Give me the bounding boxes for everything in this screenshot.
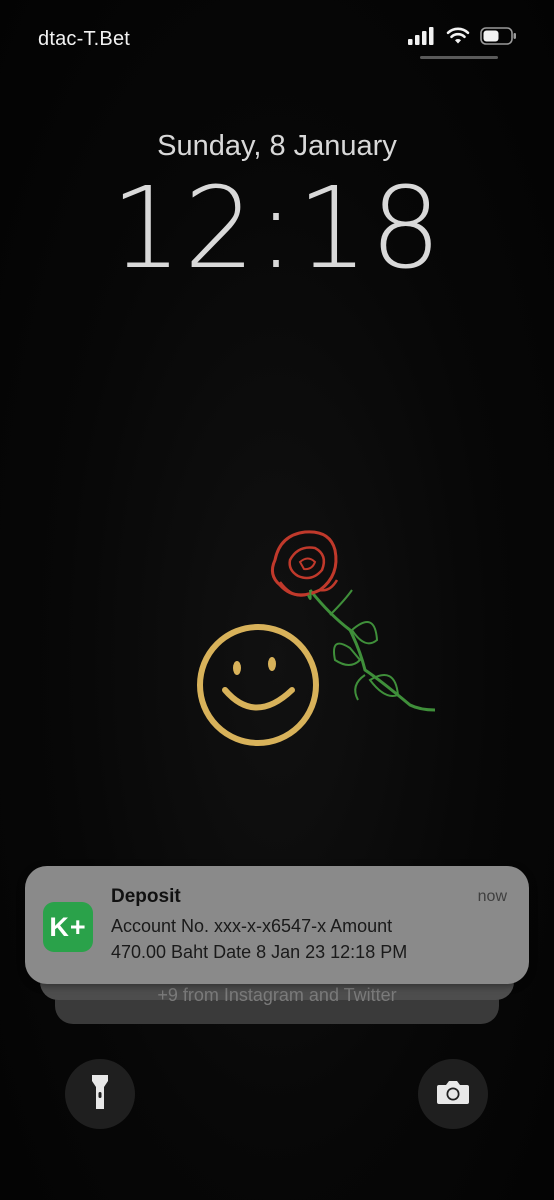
smiley-icon bbox=[197, 624, 319, 746]
wallpaper-rose-smiley bbox=[197, 530, 436, 746]
camera-icon bbox=[436, 1078, 470, 1111]
lock-screen: dtac-T.Bet Sunday, 8 January 12:18 +9 fr… bbox=[0, 0, 554, 1200]
camera-button[interactable] bbox=[418, 1059, 488, 1129]
deposit-notification[interactable]: K+ Deposit now Account No. xxx-x-x6547-x… bbox=[25, 866, 529, 984]
battery-icon bbox=[480, 26, 518, 51]
status-bar: dtac-T.Bet bbox=[0, 0, 554, 70]
carrier-name: dtac-T.Bet bbox=[38, 28, 131, 50]
notification-time: now bbox=[477, 888, 507, 905]
flashlight-icon bbox=[89, 1072, 111, 1117]
lock-time: 12:18 bbox=[110, 164, 444, 294]
lock-date: Sunday, 8 January bbox=[157, 130, 397, 162]
notification-stack-label[interactable]: +9 from Instagram and Twitter bbox=[55, 985, 499, 1006]
control-center-indicator[interactable] bbox=[420, 56, 498, 59]
flashlight-button[interactable] bbox=[65, 1059, 135, 1129]
wifi-icon bbox=[446, 26, 470, 51]
notification-body: Account No. xxx-x-x6547-x Amount 470.00 … bbox=[111, 916, 408, 962]
rose-icon bbox=[270, 530, 436, 712]
status-icons bbox=[408, 26, 518, 51]
kplus-app-icon: K+ bbox=[43, 902, 93, 952]
notification-title: Deposit bbox=[111, 886, 181, 907]
signal-icon bbox=[408, 26, 436, 51]
